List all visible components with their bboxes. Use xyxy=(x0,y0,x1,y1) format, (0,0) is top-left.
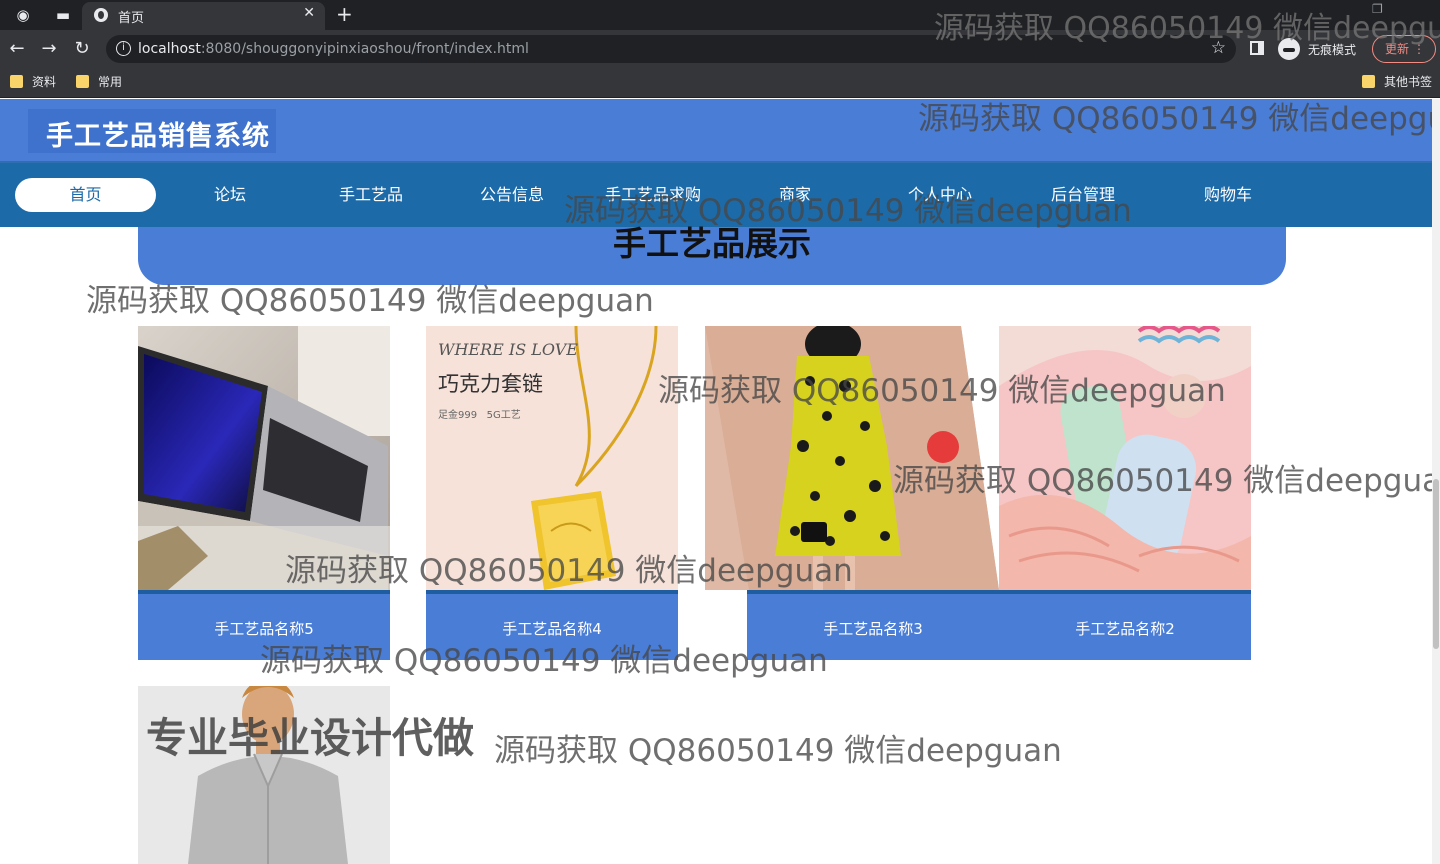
new-tab-button[interactable]: + xyxy=(336,2,353,26)
browser-tab-active[interactable]: 首页 ✕ xyxy=(82,2,325,30)
product-name[interactable]: 手工艺品名称2 xyxy=(999,618,1251,639)
watermark: 源码获取 QQ86050149 微信deepguan xyxy=(494,733,1062,769)
nav-notices[interactable]: 公告信息 xyxy=(480,178,544,212)
back-icon[interactable]: ← xyxy=(6,38,28,60)
folder-icon xyxy=(1362,75,1375,88)
nav-forum[interactable]: 论坛 xyxy=(214,178,246,212)
product-card[interactable]: 手工艺品名称3 xyxy=(705,326,999,660)
product-label-bar: 手工艺品名称4 xyxy=(426,590,678,660)
site-header: 手工艺品销售系统 xyxy=(0,99,1432,161)
other-bookmarks[interactable]: 其他书签 xyxy=(1362,74,1432,90)
product-card[interactable]: WHERE IS LOVE 巧克力套链 足金999 5G工艺 手工艺品名称4 xyxy=(426,326,678,660)
site-title: 手工艺品销售系统 xyxy=(46,121,270,152)
scrollbar-thumb[interactable] xyxy=(1433,479,1439,649)
main-nav: 首页 论坛 手工艺品 公告信息 手工艺品求购 商家 个人中心 后台管理 购物车 xyxy=(0,161,1432,227)
nav-crafts[interactable]: 手工艺品 xyxy=(339,178,403,212)
product-image-gold-necklace[interactable]: WHERE IS LOVE 巧克力套链 足金999 5G工艺 xyxy=(426,326,678,590)
bookmark-folder-ziliao[interactable]: 资料 xyxy=(10,74,56,90)
product-name[interactable]: 手工艺品名称3 xyxy=(747,618,999,639)
section-title: 手工艺品展示 xyxy=(613,224,811,263)
watermark-promo: 专业毕业设计代做 xyxy=(146,714,474,762)
cursor-highlight xyxy=(927,431,959,463)
page-favicon-icon xyxy=(94,8,108,22)
tab-title: 首页 xyxy=(118,11,145,26)
site-logo[interactable]: 手工艺品销售系统 xyxy=(28,109,276,153)
ad-product-title: 巧克力套链 xyxy=(438,372,543,396)
incognito-icon[interactable] xyxy=(1278,38,1300,60)
product-card[interactable]: 手工艺品名称2 xyxy=(999,326,1251,660)
globe-icon[interactable]: ◉ xyxy=(12,4,34,26)
folder-icon xyxy=(10,75,23,88)
bookmark-star-icon[interactable]: ☆ xyxy=(1211,38,1226,58)
update-label: 更新 xyxy=(1385,42,1410,56)
nav-home[interactable]: 首页 xyxy=(15,178,156,212)
page-scrollbar[interactable] xyxy=(1432,99,1440,864)
nav-merchants[interactable]: 商家 xyxy=(779,178,811,212)
incognito-label: 无痕模式 xyxy=(1308,43,1357,57)
folder-icon xyxy=(76,75,89,88)
bookmarks-bar: 资料 常用 其他书签 xyxy=(0,68,1440,98)
product-label-bar: 手工艺品名称2 xyxy=(999,590,1251,660)
nav-profile[interactable]: 个人中心 xyxy=(908,178,972,212)
product-label-bar: 手工艺品名称5 xyxy=(138,590,390,660)
page-viewport: 手工艺品销售系统 首页 论坛 手工艺品 公告信息 手工艺品求购 商家 个人中心 … xyxy=(0,99,1432,864)
product-label-bar: 手工艺品名称3 xyxy=(747,590,999,660)
ad-headline: WHERE IS LOVE xyxy=(438,340,578,359)
product-image-dress[interactable] xyxy=(705,326,999,590)
forward-icon[interactable]: → xyxy=(38,38,60,60)
nav-wanted[interactable]: 手工艺品求购 xyxy=(605,178,701,212)
product-image-sweater[interactable] xyxy=(999,326,1251,590)
section-header: 手工艺品展示 xyxy=(138,227,1286,285)
side-panel-icon[interactable] xyxy=(1250,41,1264,55)
close-tab-icon[interactable]: ✕ xyxy=(303,5,315,21)
site-info-icon[interactable]: i xyxy=(116,41,131,56)
restore-window-icon[interactable]: ❐ xyxy=(1372,2,1383,16)
menu-dots-icon[interactable]: ⋮ xyxy=(1413,36,1425,62)
product-name[interactable]: 手工艺品名称5 xyxy=(138,618,390,639)
browser-toolbar: ← → ↻ i localhost:8080/shouggonyipinxiao… xyxy=(0,30,1440,68)
ad-detail: 足金999 5G工艺 xyxy=(438,410,521,421)
url-text: localhost:8080/shouggonyipinxiaoshou/fro… xyxy=(138,41,529,57)
nav-cart[interactable]: 购物车 xyxy=(1204,178,1252,212)
nav-admin[interactable]: 后台管理 xyxy=(1051,178,1115,212)
address-bar[interactable]: i localhost:8080/shouggonyipinxiaoshou/f… xyxy=(106,35,1236,63)
tab-list-icon[interactable]: ▬ xyxy=(52,4,74,26)
browser-tab-bar: ◉ ▬ 首页 ✕ + ❐ xyxy=(0,0,1440,30)
product-name[interactable]: 手工艺品名称4 xyxy=(426,618,678,639)
reload-icon[interactable]: ↻ xyxy=(71,38,93,60)
product-image-laptop[interactable] xyxy=(138,326,390,590)
product-card[interactable]: 手工艺品名称5 xyxy=(138,326,390,660)
update-button[interactable]: 更新 ⋮ xyxy=(1372,35,1436,63)
bookmark-folder-changyong[interactable]: 常用 xyxy=(76,74,122,90)
